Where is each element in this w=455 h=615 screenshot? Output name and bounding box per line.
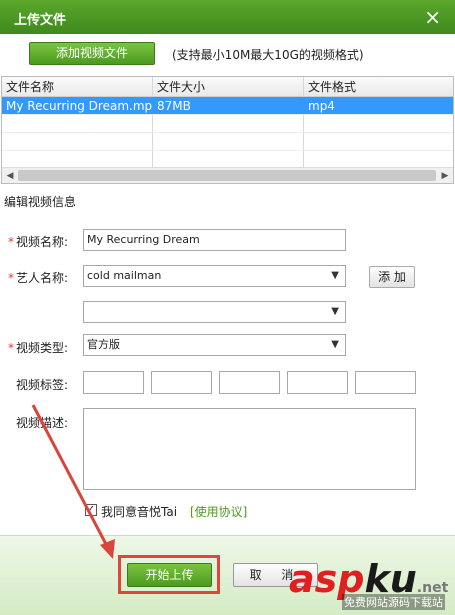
video-tags-label: 视频标签:	[16, 378, 69, 392]
column-header-name[interactable]: 文件名称	[2, 77, 152, 97]
scroll-right-icon[interactable]: ▶	[438, 169, 452, 183]
artist-secondary-select[interactable]: ▼	[83, 301, 346, 323]
agree-label: 我同意音悦Tai	[101, 505, 178, 519]
section-title: 编辑视频信息	[4, 195, 77, 209]
terms-link[interactable]: [使用协议]	[190, 503, 247, 520]
tag-input-2[interactable]	[151, 371, 212, 394]
agree-checkbox[interactable]: ✓	[85, 504, 97, 516]
table-row[interactable]	[2, 133, 453, 151]
file-format-cell: mp4	[308, 99, 335, 113]
video-name-label: * 视频名称:	[8, 235, 69, 249]
video-name-input[interactable]: My Recurring Dream	[83, 229, 346, 251]
start-upload-button[interactable]: 开始上传	[127, 563, 212, 587]
watermark-caption: 免费网站源码下载站	[342, 594, 445, 610]
chevron-down-icon: ▼	[331, 270, 339, 281]
file-name-cell: My Recurring Dream.mp4	[6, 99, 152, 113]
title-bar: 上传文件 ×	[0, 0, 455, 34]
column-header-format[interactable]: 文件格式	[304, 77, 453, 97]
file-table: 文件名称 文件大小 文件格式 My Recurring Dream.mp4 87…	[1, 76, 454, 184]
tag-input-5[interactable]	[355, 371, 416, 394]
table-header: 文件名称 文件大小 文件格式	[2, 77, 453, 97]
video-type-label: * 视频类型:	[8, 341, 69, 355]
scroll-thumb[interactable]	[18, 170, 436, 181]
horizontal-scrollbar[interactable]: ◀ ▶	[2, 167, 453, 183]
tag-input-1[interactable]	[83, 371, 144, 394]
video-description-textarea[interactable]	[83, 408, 416, 490]
table-row[interactable]: My Recurring Dream.mp4 87MB mp4	[2, 97, 453, 115]
chevron-down-icon: ▼	[331, 339, 339, 350]
video-description-label: 视频描述:	[16, 416, 69, 430]
scroll-left-icon[interactable]: ◀	[3, 169, 17, 183]
artist-name-select[interactable]: cold mailman ▼	[83, 265, 346, 287]
chevron-down-icon: ▼	[331, 306, 339, 317]
add-video-file-button[interactable]: 添加视频文件	[29, 42, 155, 65]
artist-name-label: * 艺人名称:	[8, 271, 69, 285]
video-type-select[interactable]: 官方版 ▼	[83, 334, 346, 356]
tag-input-4[interactable]	[287, 371, 348, 394]
dialog-title: 上传文件	[14, 13, 67, 28]
table-row[interactable]	[2, 115, 453, 133]
file-size-cell: 87MB	[157, 99, 191, 113]
add-artist-button[interactable]: 添 加	[369, 266, 415, 288]
close-icon[interactable]: ×	[424, 5, 441, 29]
support-hint: (支持最小10M最大10G的视频格式)	[172, 48, 364, 62]
tag-input-3[interactable]	[219, 371, 280, 394]
column-header-size[interactable]: 文件大小	[153, 77, 303, 97]
